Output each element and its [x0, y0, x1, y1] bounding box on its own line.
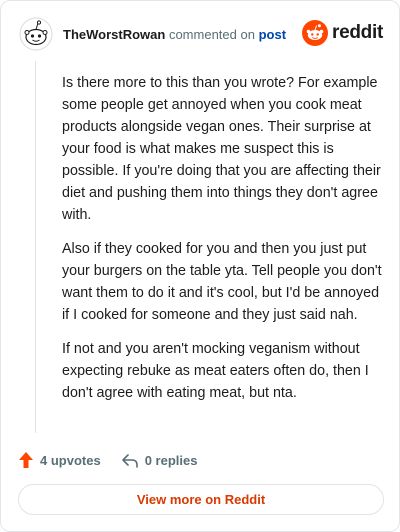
reply-arrow-icon	[121, 454, 138, 468]
comment-paragraph: Also if they cooked for you and then you…	[62, 241, 382, 323]
upvote-count: 4 upvotes	[40, 452, 101, 468]
commented-on-text: commented on	[168, 27, 255, 42]
snoo-avatar-icon[interactable]	[19, 17, 53, 51]
view-more-button[interactable]: View more on Reddit	[18, 484, 384, 515]
comment-body: Is there more to this than you wrote? Fo…	[62, 72, 384, 416]
thread-line	[35, 61, 36, 433]
byline: TheWorstRowan commented on post	[63, 27, 286, 43]
upvote-arrow-icon	[19, 452, 33, 468]
reddit-wordmark: reddit	[332, 22, 383, 43]
reply-count: 0 replies	[144, 452, 198, 468]
comment-paragraph: Is there more to this than you wrote? Fo…	[62, 75, 381, 223]
post-link[interactable]: post	[259, 27, 286, 42]
reddit-brand[interactable]: reddit	[302, 20, 383, 46]
comment-paragraph: If not and you aren't mocking veganism w…	[62, 341, 369, 401]
comment-embed-card: TheWorstRowan commented on post reddit I…	[0, 0, 400, 532]
upvote-button[interactable]: 4 upvotes	[18, 451, 101, 469]
comment-header: TheWorstRowan commented on post reddit	[19, 17, 383, 53]
username-link[interactable]: TheWorstRowan	[63, 27, 165, 42]
comment-actions: 4 upvotes 0 replies	[18, 450, 197, 470]
replies-button[interactable]: 0 replies	[121, 452, 198, 468]
reddit-logo-icon	[302, 20, 329, 46]
